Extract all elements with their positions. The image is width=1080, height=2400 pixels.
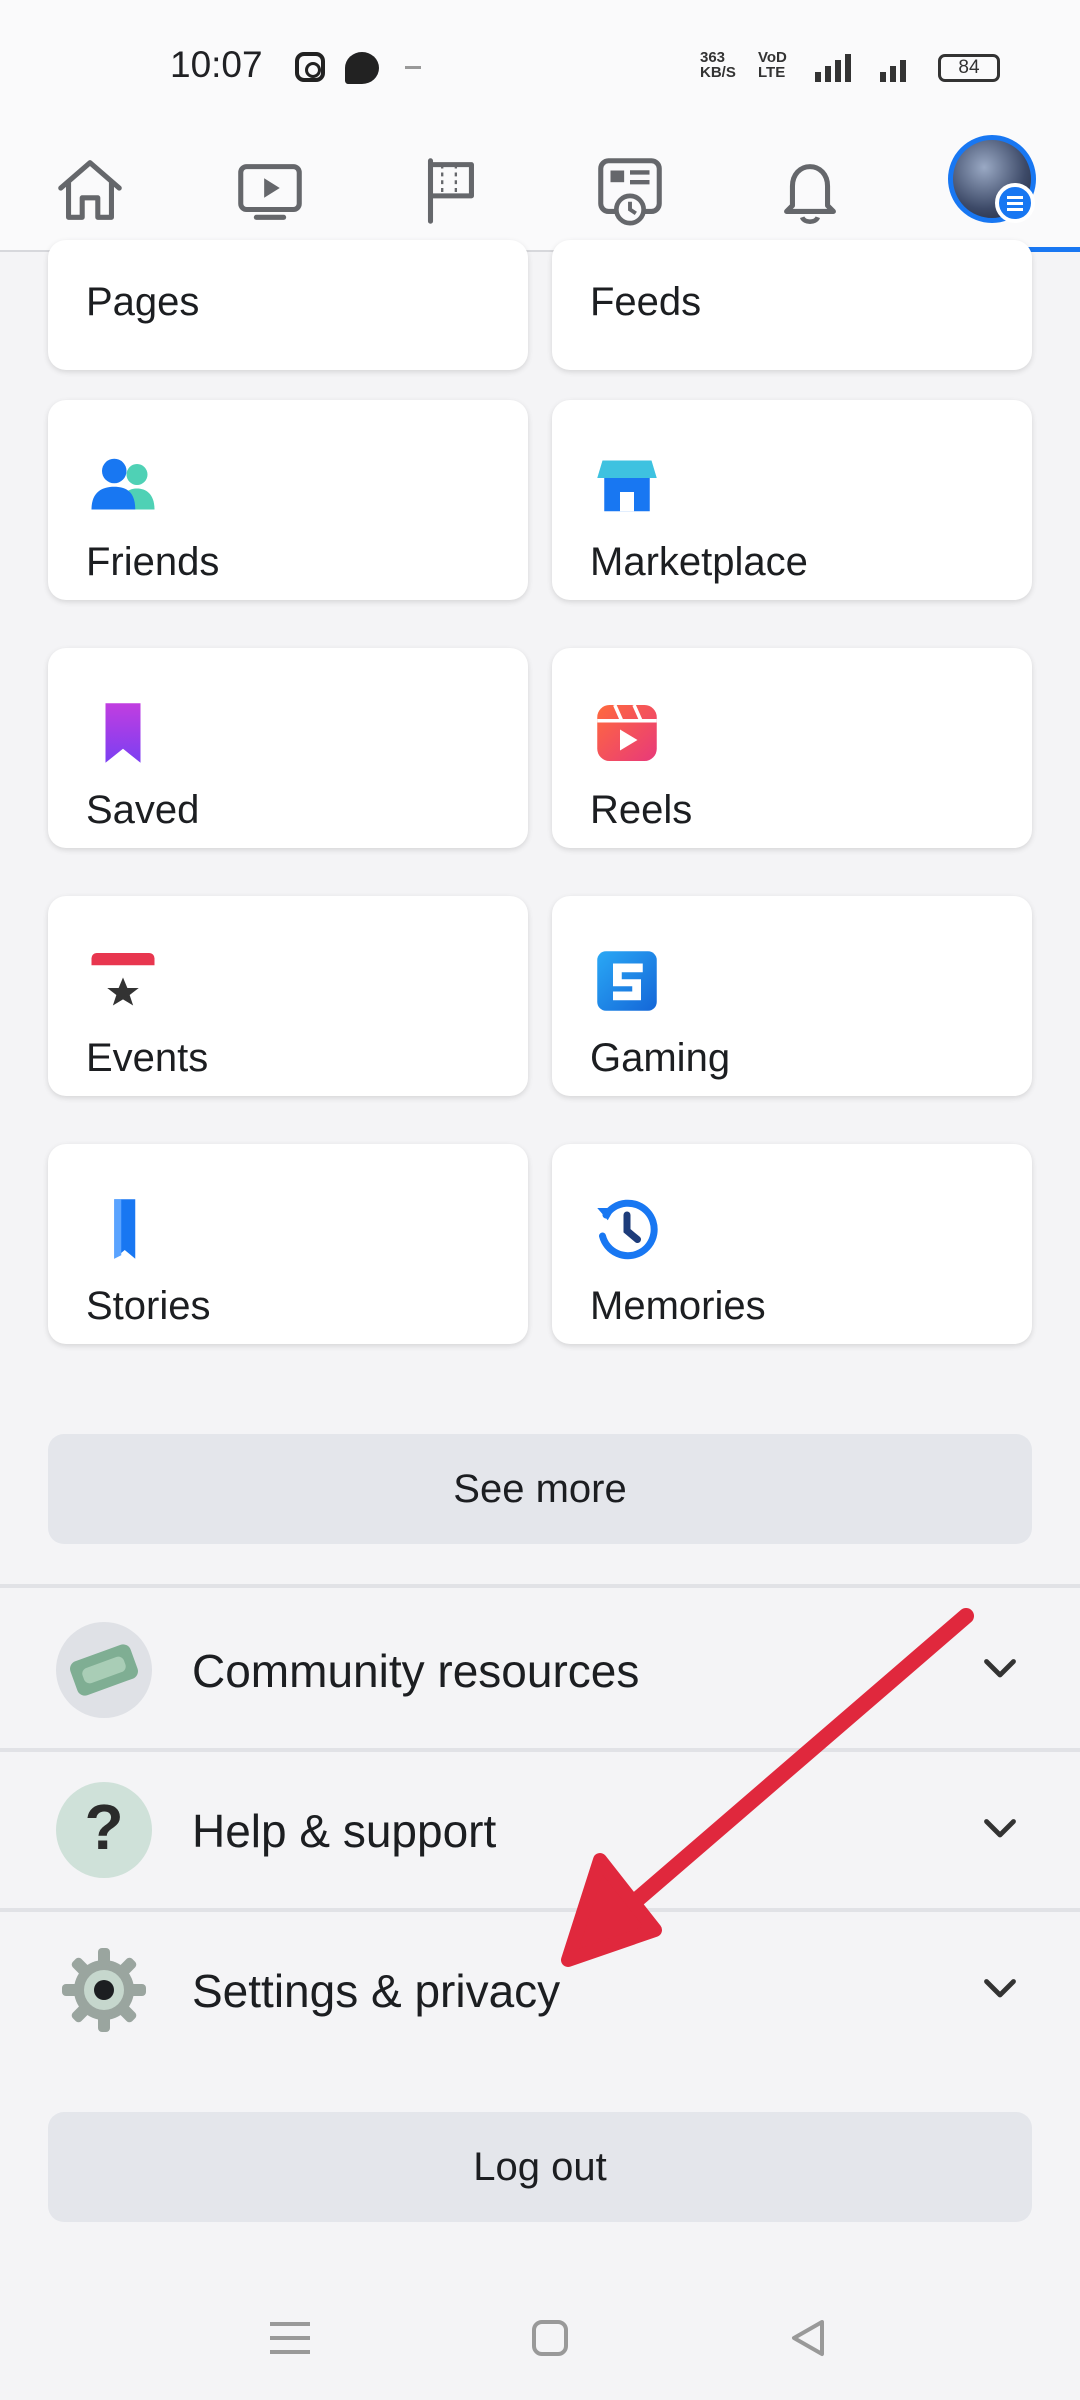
shortcut-label: Gaming (590, 1036, 731, 1080)
tab-notifications[interactable] (735, 130, 885, 250)
help-support-label: Help & support (192, 1805, 497, 1857)
shortcut-friends[interactable]: Friends (48, 400, 528, 600)
menu-badge-icon (995, 183, 1035, 223)
log-out-button[interactable]: Log out (48, 2112, 1032, 2222)
home-square-icon[interactable] (520, 2308, 580, 2368)
stories-icon (114, 1199, 136, 1259)
shortcut-label: Stories (86, 1284, 211, 1328)
shortcut-label: Marketplace (590, 540, 808, 584)
events-icon (91, 953, 155, 1006)
shortcut-label: Saved (86, 788, 200, 832)
messenger-notification-icon (345, 52, 379, 84)
shortcut-events[interactable]: Events (48, 896, 528, 1096)
battery-icon: 84 (938, 54, 1000, 82)
settings-privacy-row[interactable]: Settings & privacy (0, 1912, 1080, 2068)
news-icon (598, 158, 662, 226)
tab-news[interactable] (555, 130, 705, 250)
chevron-down-icon (984, 1659, 1016, 1678)
bell-icon (784, 164, 836, 225)
recents-menu-icon[interactable] (260, 2308, 320, 2368)
shortcut-label: Memories (590, 1284, 766, 1328)
shortcut-gaming[interactable]: Gaming (552, 896, 1032, 1096)
shortcut-memories[interactable]: Memories (552, 1144, 1032, 1344)
help-support-row[interactable]: ? Help & support (0, 1752, 1080, 1908)
help-icon: ? (56, 1782, 152, 1878)
top-tab-bar (0, 130, 1080, 252)
shortcut-label: Feeds (590, 280, 702, 324)
tab-pages[interactable] (375, 130, 525, 250)
instagram-notification-icon (295, 52, 325, 82)
tab-home[interactable] (15, 130, 165, 250)
signal-icon (815, 52, 851, 82)
tab-watch[interactable] (195, 130, 345, 250)
gaming-icon (597, 951, 657, 1011)
gear-icon (56, 1942, 152, 2038)
system-nav-bar (0, 2270, 1080, 2400)
video-icon (238, 164, 302, 220)
shortcut-label: Reels (590, 788, 693, 832)
net-type: VoD LTE (758, 49, 787, 81)
handshake-icon (56, 1622, 152, 1718)
see-more-button[interactable]: See more (48, 1434, 1032, 1544)
chevron-down-icon (984, 1819, 1016, 1838)
shortcut-saved[interactable]: Saved (48, 648, 528, 848)
status-bar: 10:07 363 KB/S VoD LTE 84 (0, 0, 1080, 130)
status-time: 10:07 (170, 44, 263, 85)
shortcut-feeds[interactable]: Feeds (552, 240, 1032, 370)
home-icon (58, 160, 122, 220)
reels-icon (597, 704, 657, 761)
flag-icon (427, 158, 474, 224)
shortcut-marketplace[interactable]: Marketplace (552, 400, 1032, 600)
saved-icon (105, 703, 141, 763)
divider (0, 1584, 1080, 1588)
net-speed: 363 KB/S (700, 49, 736, 81)
marketplace-icon (597, 460, 657, 512)
community-resources-row[interactable]: Community resources (0, 1592, 1080, 1748)
friends-icon (91, 458, 155, 510)
shortcut-reels[interactable]: Reels (552, 648, 1032, 848)
shortcut-stories[interactable]: Stories (48, 1144, 528, 1344)
settings-privacy-label: Settings & privacy (192, 1965, 561, 2017)
shortcut-label: Friends (86, 540, 220, 584)
dash-icon (405, 66, 421, 69)
shortcut-label: Pages (86, 280, 200, 324)
shortcut-label: Events (86, 1036, 209, 1080)
memories-icon (597, 1199, 658, 1260)
chevron-down-icon (984, 1979, 1016, 1998)
back-triangle-icon[interactable] (778, 2308, 838, 2368)
community-resources-label: Community resources (192, 1645, 640, 1697)
signal-icon-2 (880, 52, 906, 82)
shortcut-pages[interactable]: Pages (48, 240, 528, 370)
